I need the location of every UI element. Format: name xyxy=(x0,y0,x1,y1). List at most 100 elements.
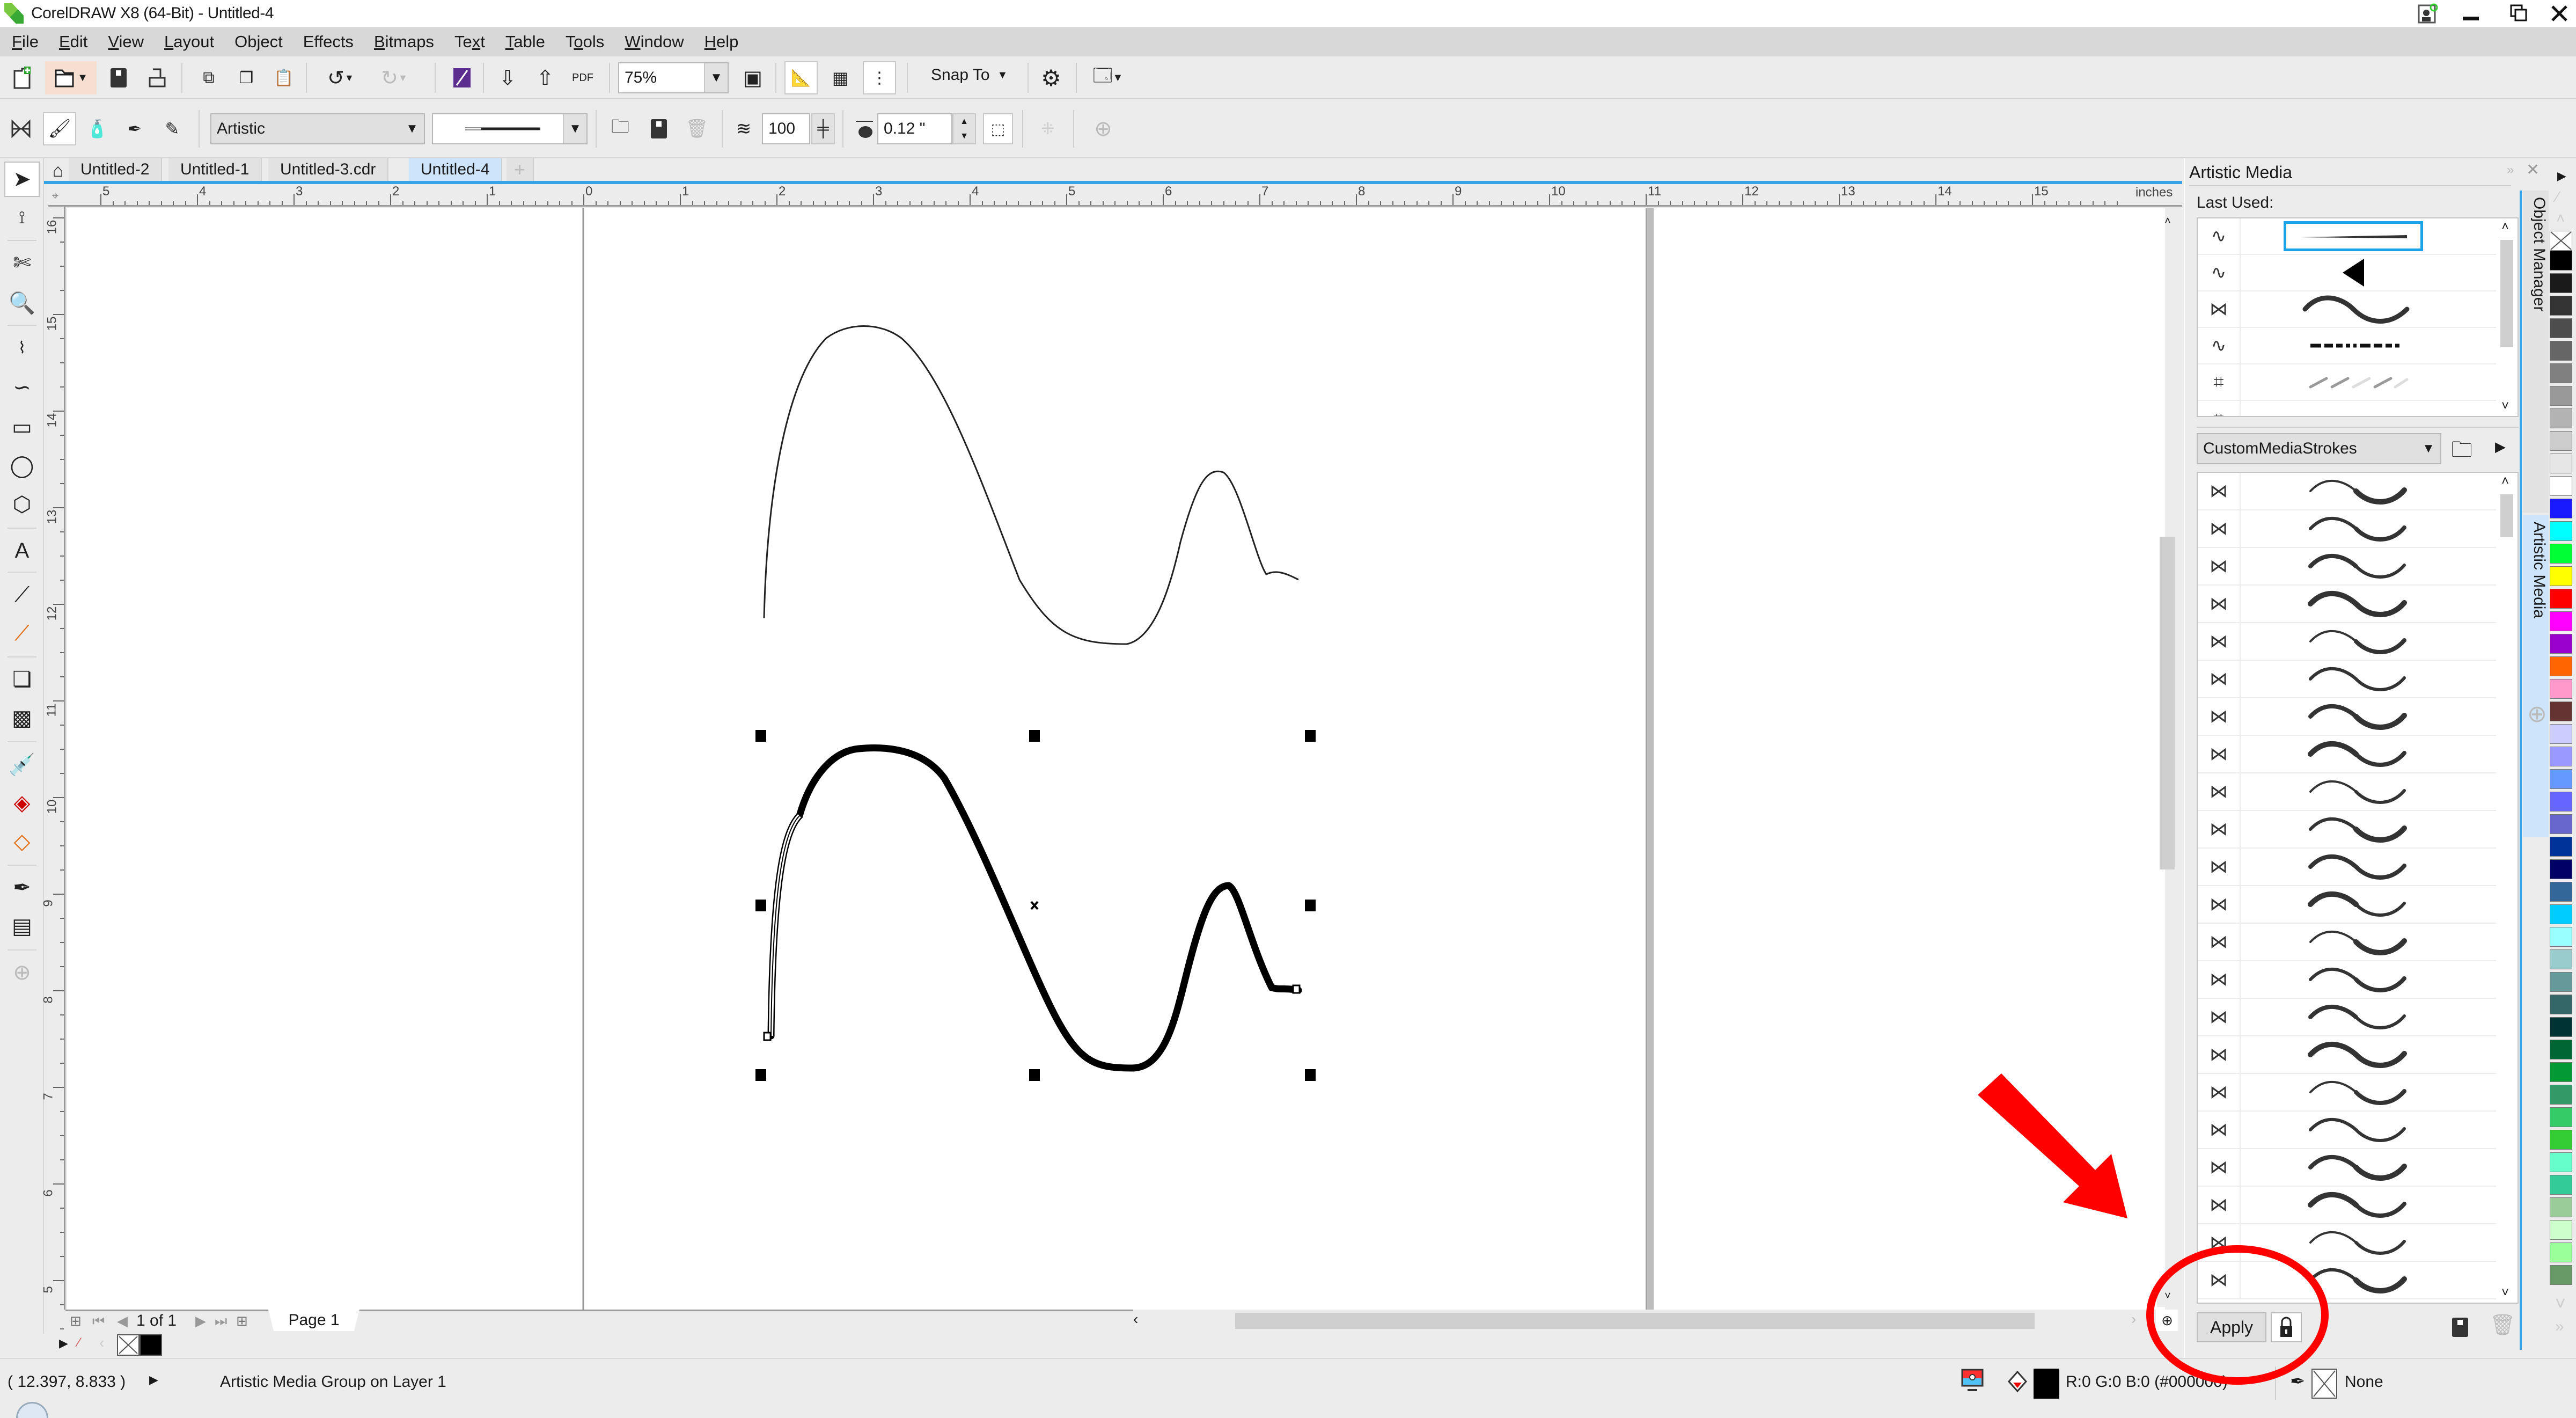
next-page-button[interactable]: ▶ xyxy=(195,1313,206,1329)
stroke-item[interactable]: ⋈ xyxy=(2198,886,2518,924)
palette-flyout-icon[interactable]: ▶ xyxy=(59,1336,68,1350)
menu-object[interactable]: Object xyxy=(234,32,293,52)
menu-help[interactable]: Help xyxy=(704,32,750,52)
page-tab-page-1[interactable]: Page 1 xyxy=(268,1310,359,1331)
artistic-media-stroke[interactable] xyxy=(767,744,1302,1072)
handle-top-center[interactable] xyxy=(1029,730,1040,742)
color-swatch[interactable] xyxy=(2550,1197,2572,1217)
show-rulers-button[interactable]: 📐 xyxy=(784,61,818,94)
artistic-media-tool[interactable]: ∽ xyxy=(4,370,40,405)
interactive-fill-tool[interactable]: ◈ xyxy=(4,785,40,821)
stroke-item[interactable]: ⋈ xyxy=(2198,773,2518,811)
last-page-button[interactable]: ⏭ xyxy=(215,1313,227,1330)
full-screen-button[interactable]: ▣ xyxy=(736,61,769,94)
strokes-list[interactable]: ˄ ˅ ⋈ ⋈ ⋈ ⋈ ⋈ ⋈ ⋈ ⋈ ⋈ ⋈ ⋈ ⋈ ⋈ ⋈ ⋈ ⋈ ⋈ ⋈ ⋈ ⋈ ⋈ ⋈ xyxy=(2197,472,2519,1304)
menu-layout[interactable]: Layout xyxy=(164,32,225,52)
stroke-item[interactable]: ⋈ xyxy=(2198,924,2518,961)
smoothing-input[interactable]: 100 xyxy=(762,113,810,144)
chevron-up-icon[interactable]: ˄ xyxy=(2501,474,2509,489)
stroke-item[interactable]: ⋈ xyxy=(2198,1262,2518,1299)
print-button[interactable] xyxy=(141,61,174,94)
color-swatch[interactable] xyxy=(2550,589,2572,609)
menu-window[interactable]: Window xyxy=(625,32,694,52)
handle-middle-right[interactable] xyxy=(1305,900,1316,911)
color-swatch[interactable] xyxy=(2550,1040,2572,1059)
tab-untitled-3[interactable]: Untitled-3.cdr xyxy=(268,158,389,181)
first-page-button[interactable]: ⏮ xyxy=(92,1313,105,1330)
account-icon[interactable] xyxy=(2409,2,2447,25)
menu-view[interactable]: View xyxy=(108,32,155,52)
cut-button[interactable]: ⧉ xyxy=(192,61,225,94)
new-tab-button[interactable]: + xyxy=(507,158,534,181)
pick-tool[interactable]: ➤ xyxy=(4,162,40,197)
preset-mode-button[interactable] xyxy=(4,112,38,145)
color-swatch[interactable] xyxy=(2550,1062,2572,1082)
rectangle-tool[interactable]: ▭ xyxy=(4,410,40,445)
handle-top-right[interactable] xyxy=(1305,730,1316,742)
color-swatch[interactable] xyxy=(2550,701,2572,721)
stroke-item[interactable]: ⋈ xyxy=(2198,811,2518,849)
bounding-box-button[interactable]: ⁜ xyxy=(1031,112,1065,145)
stroke-item[interactable]: ⋈ xyxy=(2198,473,2518,510)
brush-mode-button[interactable]: 🖌 xyxy=(43,112,76,145)
color-swatch[interactable] xyxy=(2550,949,2572,969)
copy-button[interactable]: ❐ xyxy=(230,61,263,94)
stroke-item[interactable]: ⋈ xyxy=(2198,736,2518,773)
stroke-item[interactable]: ⋈ xyxy=(2198,698,2518,736)
last-used-scrollbar[interactable]: ˄ ˅ xyxy=(2496,218,2518,416)
color-swatch[interactable] xyxy=(2550,386,2572,406)
application-launcher-button[interactable]: 🗔 ▼ xyxy=(1084,61,1132,94)
menu-text[interactable]: Text xyxy=(454,32,496,52)
last-used-item-3[interactable]: ⋈ xyxy=(2198,291,2518,328)
start-node[interactable] xyxy=(763,1032,772,1041)
strokes-scrollbar[interactable]: ˄ ˅ xyxy=(2496,473,2518,1303)
stroke-preview-combo[interactable]: ▼ xyxy=(432,113,588,144)
horizontal-scrollbar-thumb[interactable] xyxy=(1235,1313,2035,1329)
color-swatch[interactable] xyxy=(2550,724,2572,744)
apply-button[interactable]: Apply xyxy=(2197,1312,2266,1342)
color-swatch[interactable] xyxy=(2550,273,2572,293)
menu-tools[interactable]: Tools xyxy=(566,32,615,52)
stroke-item[interactable]: ⋈ xyxy=(2198,1187,2518,1224)
end-node[interactable] xyxy=(1292,984,1301,994)
color-swatch[interactable] xyxy=(2550,882,2572,902)
original-curve[interactable] xyxy=(763,325,1299,645)
connector-tool[interactable]: ⟋ xyxy=(4,616,40,651)
last-used-item-1[interactable]: ∿ xyxy=(2198,218,2518,255)
horizontal-ruler[interactable]: 5 4 3 2 1 0 1 2 3 4 5 6 7 8 9 10 11 12 13 14 15 xyxy=(48,184,2182,207)
search-content-button[interactable] xyxy=(445,61,479,94)
library-flyout-icon[interactable]: ▶ xyxy=(2495,438,2506,455)
dimension-tool[interactable]: ⟋ xyxy=(4,577,40,612)
undo-button[interactable]: ↺ ▼ xyxy=(317,61,365,94)
stroke-item[interactable]: ⋈ xyxy=(2198,586,2518,623)
scrollbar-thumb[interactable] xyxy=(2500,494,2513,537)
menu-table[interactable]: Table xyxy=(505,32,556,52)
last-used-item-4[interactable]: ∿ xyxy=(2198,328,2518,364)
stroke-item[interactable]: ⋈ xyxy=(2198,1112,2518,1149)
menu-bitmaps[interactable]: Bitmaps xyxy=(374,32,445,52)
delete-stroke-docker-button[interactable]: 🗑 xyxy=(2490,1313,2515,1337)
stroke-width-spinner[interactable]: ▲ ▼ xyxy=(952,113,976,144)
stroke-item[interactable]: ⋈ xyxy=(2198,849,2518,886)
color-swatch[interactable] xyxy=(2550,566,2572,586)
show-guidelines-button[interactable]: ⋮ xyxy=(863,61,896,94)
color-swatch[interactable] xyxy=(2550,904,2572,924)
vertical-scrollbar-thumb[interactable] xyxy=(2160,537,2175,869)
last-used-list[interactable]: ∿ ∿ ⋈ ∿ ⌗ ⌗ ˄ ˅ xyxy=(2197,217,2519,417)
menu-effects[interactable]: Effects xyxy=(303,32,364,52)
expression-mode-button[interactable]: ✎ xyxy=(156,112,189,145)
fill-color-swatch[interactable] xyxy=(2034,1369,2059,1399)
color-swatch[interactable] xyxy=(2550,769,2572,789)
handle-bottom-left[interactable] xyxy=(755,1069,766,1081)
color-swatch[interactable] xyxy=(2550,1175,2572,1195)
color-swatch[interactable] xyxy=(2550,1085,2572,1105)
handle-top-left[interactable] xyxy=(755,730,766,742)
last-used-item-5[interactable]: ⌗ xyxy=(2198,364,2518,401)
handle-middle-left[interactable] xyxy=(755,900,766,911)
color-swatch[interactable] xyxy=(2550,995,2572,1014)
category-combo[interactable]: Artistic ▼ xyxy=(210,113,425,144)
stroke-item[interactable]: ⋈ xyxy=(2198,1036,2518,1074)
chevron-down-icon[interactable]: ˅ xyxy=(2501,399,2509,414)
tab-untitled-2[interactable]: Untitled-2 xyxy=(69,158,163,181)
color-swatch[interactable] xyxy=(2550,1017,2572,1037)
